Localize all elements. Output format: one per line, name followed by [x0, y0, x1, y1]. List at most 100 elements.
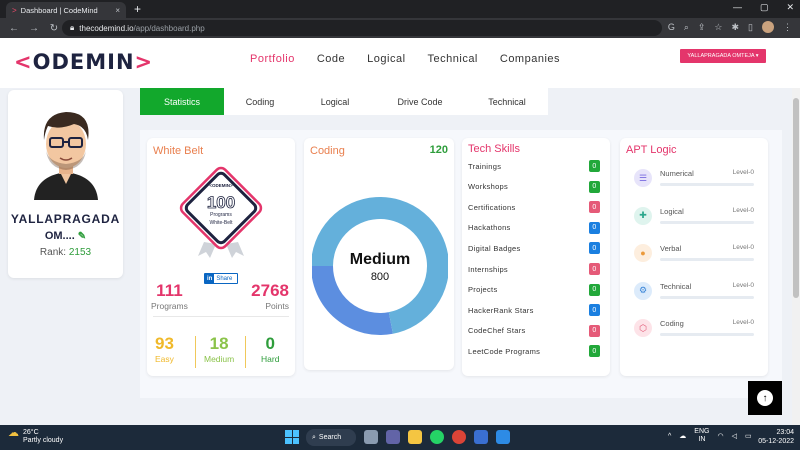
nav-code[interactable]: Code — [317, 53, 345, 65]
profile-avatar-icon[interactable] — [762, 21, 774, 33]
address-bar[interactable]: 🔒︎ thecodemind.io/app/dashboard.php — [62, 20, 662, 36]
programs-stat: 111 Programs — [151, 281, 188, 311]
sidepanel-icon[interactable]: ▯ — [748, 22, 753, 33]
cloud-icon[interactable]: ☁ — [679, 432, 686, 440]
store-icon[interactable] — [474, 430, 488, 444]
apt-row-verbal[interactable]: ● Verbal Level-0 — [632, 244, 760, 270]
forward-arrow-icon[interactable]: → — [28, 23, 40, 34]
tab-title: Dashboard | CodeMind — [20, 5, 98, 15]
tech-skill-row[interactable]: HackerRank Stars 0 — [468, 303, 604, 317]
cloud-sun-icon: ☁ — [8, 427, 19, 439]
scroll-to-top-button[interactable]: ↑ — [748, 381, 782, 415]
browser-tab[interactable]: > Dashboard | CodeMind × — [6, 2, 126, 18]
chrome-icon[interactable] — [452, 430, 466, 444]
tech-skill-count-badge: 0 — [589, 283, 600, 296]
scrollbar-thumb[interactable] — [793, 98, 799, 298]
taskbar-search[interactable]: ⌕ Search — [306, 429, 356, 446]
donut-center-value: 800 — [371, 271, 389, 283]
apt-row-technical[interactable]: ⚙ Technical Level-0 — [632, 281, 760, 308]
tech-skill-label: Workshops — [468, 182, 509, 192]
tab-logical[interactable]: Logical — [296, 88, 374, 115]
tech-skill-label: HackerRank Stars — [468, 305, 534, 315]
apt-level: Level-0 — [732, 244, 754, 251]
google-icon[interactable]: G — [668, 22, 675, 32]
tech-skill-label: Internships — [468, 264, 508, 274]
share-page-icon[interactable]: ⇪ — [698, 22, 706, 33]
wifi-icon[interactable]: ◠ — [717, 432, 723, 440]
new-tab-button[interactable]: + — [134, 2, 141, 16]
donut-center-label: Medium — [350, 251, 410, 268]
apt-row-logical[interactable]: ✚ Logical Level-0 — [632, 206, 760, 233]
page-scrollbar[interactable] — [792, 88, 800, 425]
maximize-icon[interactable]: ▢ — [760, 2, 769, 13]
profile-name-line1: YALLAPRAGADA — [10, 212, 121, 226]
tech-skills-title: Tech Skills — [468, 143, 520, 155]
user-menu-button[interactable]: YALLAPRAGADA OMTEJA ▾ — [680, 49, 766, 63]
apt-row-coding[interactable]: ⬡ Coding Level-0 — [632, 319, 760, 345]
tech-skill-count-badge: 0 — [589, 242, 600, 255]
linkedin-share-button[interactable]: in Share — [204, 273, 238, 284]
tech-skill-count-badge: 0 — [589, 304, 600, 317]
battery-icon[interactable]: ▭ — [745, 432, 752, 440]
rank-value: 2153 — [68, 247, 92, 258]
back-arrow-icon[interactable]: ← — [8, 23, 20, 34]
tech-skill-label: Trainings — [468, 161, 502, 171]
clock-time: 23:04 — [776, 429, 794, 436]
apt-label: Logical — [660, 206, 684, 216]
task-view-icon[interactable] — [364, 430, 378, 444]
reload-icon[interactable]: ↻ — [48, 23, 60, 34]
tech-skill-row[interactable]: LeetCode Programs 0 — [468, 344, 604, 358]
tab-close-icon[interactable]: × — [115, 6, 120, 15]
white-belt-card: White Belt <ODEMIN> 100 Programs White-B… — [147, 138, 295, 376]
tab-coding[interactable]: Coding — [224, 88, 296, 115]
nav-portfolio[interactable]: Portfolio — [250, 53, 295, 65]
apt-level: Level-0 — [732, 206, 754, 214]
tech-skill-row[interactable]: Digital Badges 0 — [468, 241, 604, 255]
tab-drive-code[interactable]: Drive Code — [374, 88, 466, 115]
whatsapp-icon[interactable] — [430, 430, 444, 444]
extensions-icon[interactable]: ✱ — [732, 22, 740, 33]
weather-widget[interactable]: ☁ 26°C Partly cloudy — [8, 427, 63, 445]
tech-skill-label: Digital Badges — [468, 243, 521, 253]
tab-technical[interactable]: Technical — [466, 88, 548, 115]
nav-logical[interactable]: Logical — [367, 53, 405, 65]
url-path: /app/dashboard.php — [133, 23, 205, 33]
chrome-menu-icon[interactable]: ⋮ — [783, 22, 792, 33]
tech-skill-row[interactable]: CodeChef Stars 0 — [468, 324, 604, 338]
chevron-up-icon[interactable]: ^ — [668, 433, 671, 440]
tech-skill-row[interactable]: Projects 0 — [468, 283, 604, 297]
browser-tab-bar: > Dashboard | CodeMind × + — ▢ ✕ — [0, 0, 800, 18]
tech-skill-row[interactable]: Hackathons 0 — [468, 221, 604, 235]
apt-level: Level-0 — [732, 319, 754, 326]
tab-statistics[interactable]: Statistics — [140, 88, 224, 115]
teams-chat-icon[interactable] — [386, 430, 400, 444]
codemind-logo[interactable]: <ODEMIN> — [14, 50, 153, 74]
tech-skill-label: Projects — [468, 285, 498, 295]
easy-stat: 93 Easy — [155, 334, 174, 364]
vscode-icon[interactable] — [496, 430, 510, 444]
apt-progress-bar — [660, 258, 754, 261]
windows-start-icon[interactable] — [285, 430, 299, 444]
stats-divider — [153, 316, 289, 317]
site-header: <ODEMIN> Portfolio Code Logical Technica… — [0, 38, 800, 88]
edit-icon[interactable]: ✎ — [78, 231, 86, 242]
apt-row-numerical[interactable]: ☰ Numerical Level-0 — [632, 169, 760, 195]
nav-technical[interactable]: Technical — [428, 53, 478, 65]
tech-skill-row[interactable]: Internships 0 — [468, 262, 604, 276]
tech-skill-row[interactable]: Trainings 0 — [468, 159, 604, 173]
badge-line2: White-Belt — [209, 220, 233, 226]
apt-progress-bar — [660, 220, 754, 224]
points-stat: 2768 Points — [251, 281, 289, 311]
nav-companies[interactable]: Companies — [500, 53, 560, 65]
tech-skill-row[interactable]: Workshops 0 — [468, 180, 604, 194]
close-window-icon[interactable]: ✕ — [786, 2, 794, 13]
volume-icon[interactable]: ◁ — [732, 432, 737, 440]
zoom-icon[interactable]: ⌕ — [684, 22, 689, 33]
file-explorer-icon[interactable] — [408, 430, 422, 444]
language-indicator[interactable]: ENG IN — [694, 428, 709, 444]
apt-level: Level-0 — [732, 281, 754, 289]
bookmark-star-icon[interactable]: ☆ — [714, 22, 722, 33]
clock[interactable]: 23:04 05-12-2022 — [754, 428, 794, 446]
tech-skill-row[interactable]: Certifications 0 — [468, 200, 604, 214]
minimize-icon[interactable]: — — [733, 2, 742, 13]
